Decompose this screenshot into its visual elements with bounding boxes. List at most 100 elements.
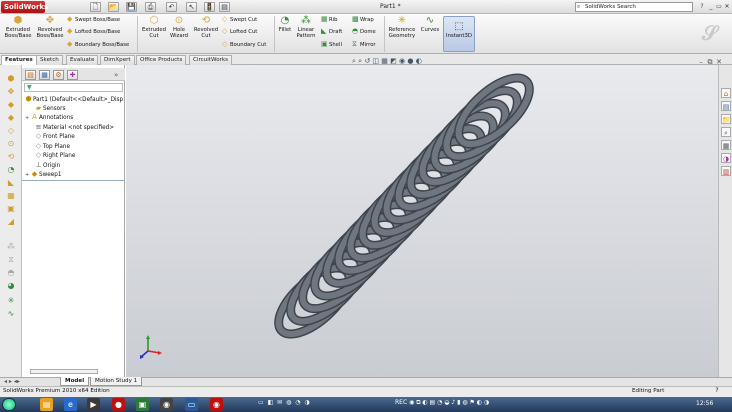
taskbar-clock[interactable]: 12:56 [696, 400, 713, 407]
system-tray[interactable]: REC ◉ ⧉ ◐ ▤ ◔ ◒ ♪ ▮ ◍ ⚑ ◐ ◑ [395, 399, 489, 407]
tab-evaluate[interactable]: Evaluate [66, 55, 99, 65]
design-library-icon[interactable]: ▤ [721, 101, 731, 111]
rebuild-icon[interactable]: 🚦 [204, 2, 215, 12]
linear-pattern-button[interactable]: ⁂ Linear Pattern [294, 15, 318, 39]
print-icon[interactable]: ⎙ [145, 2, 156, 12]
recorder-taskbar-icon[interactable]: ◉ [210, 398, 223, 411]
solidworks-logo[interactable]: SolidWorks [1, 1, 48, 13]
rib-button[interactable]: ▦Rib [321, 16, 338, 24]
revolved-boss-button[interactable]: ✥ Revolved Boss/Base [35, 15, 65, 39]
curves-button[interactable]: ∿ Curves [419, 15, 441, 33]
tab-motion-study[interactable]: Motion Study 1 [90, 377, 143, 386]
tab-dimxpert[interactable]: DimXpert [100, 55, 135, 65]
folder-taskbar-icon[interactable]: ▤ [40, 398, 53, 411]
file-explorer-icon[interactable]: 📁 [721, 114, 731, 124]
ie-taskbar-icon[interactable]: e [64, 398, 77, 411]
extruded-cut-button[interactable]: ⬡ Extruded Cut [141, 15, 167, 39]
tab-office-products[interactable]: Office Products [136, 55, 187, 65]
fillet-button[interactable]: ◔ Fillet [277, 15, 293, 33]
search-results-icon[interactable]: ⌕ [721, 127, 731, 137]
tree-horizontal-scrollbar[interactable] [30, 369, 98, 374]
view-palette-icon[interactable]: ▦ [721, 140, 731, 150]
new-document-icon[interactable]: 🗋 [90, 2, 101, 12]
mirror-tool-icon[interactable]: ⧖ [3, 255, 19, 265]
select-arrow-icon[interactable]: ↖ [186, 2, 197, 12]
configuration-tab-icon[interactable]: ⚙ [53, 70, 64, 80]
tree-item-material[interactable]: ≡ Material <not specified> [29, 123, 114, 132]
tree-item-top-plane[interactable]: ◇ Top Plane [29, 142, 70, 151]
feature-tree-tab-icon[interactable]: ▤ [25, 70, 36, 80]
tab-sketch[interactable]: Sketch [36, 55, 63, 65]
dome-tool-icon[interactable]: ◓ [3, 268, 19, 278]
zoom-area-icon[interactable]: ⌕ [358, 57, 362, 65]
wrap-tool-icon[interactable]: ◕ [3, 281, 19, 291]
view-orientation-icon[interactable]: ▦ [381, 57, 388, 65]
tree-item-origin[interactable]: ⊥Origin [29, 161, 60, 170]
sweep-tool-icon[interactable]: ◆ [3, 100, 19, 110]
hide-show-icon[interactable]: ◉ [399, 57, 405, 65]
hole-wizard-button[interactable]: ⊙ Hole Wizard [168, 15, 190, 39]
tree-item-right-plane[interactable]: ◇ Right Plane [29, 151, 76, 160]
hole-tool-icon[interactable]: ⊙ [3, 139, 19, 149]
dome-button[interactable]: ◓ Dome [352, 28, 376, 36]
options-icon[interactable]: ▤ [219, 2, 230, 12]
instant3d-button[interactable]: ⬚ Instant3D [443, 16, 475, 52]
boundary-boss-button[interactable]: ◆ Boundary Boss/Base [67, 41, 129, 49]
minimize-button[interactable]: _ [707, 1, 715, 12]
chevron-right-icon[interactable]: » [114, 71, 118, 79]
pattern-tool-icon[interactable]: ⁂ [3, 242, 19, 252]
swept-cut-button[interactable]: ◇ Swept Cut [222, 16, 257, 24]
spring-model[interactable] [126, 65, 718, 377]
apply-scene-icon[interactable]: ◐ [416, 57, 422, 65]
mirror-button[interactable]: ⧖ Mirror [352, 41, 376, 49]
curves-tool-icon[interactable]: ∿ [3, 309, 19, 319]
start-button-icon[interactable] [2, 398, 16, 411]
search-input[interactable]: SolidWorks Search [575, 2, 693, 12]
rec-indicator[interactable]: REC [395, 399, 407, 406]
swept-boss-button[interactable]: ◆ Swept Boss/Base [67, 16, 120, 24]
property-manager-tab-icon[interactable]: ▦ [39, 70, 50, 80]
save-icon[interactable]: 💾 [126, 2, 137, 12]
media-taskbar-icon[interactable]: ▶ [87, 398, 100, 411]
window-taskbar-icon[interactable]: ▭ [185, 398, 198, 411]
tree-item-sweep1[interactable]: + ◆ Sweep1 [25, 170, 62, 179]
rib-tool-icon[interactable]: ▦ [3, 191, 19, 201]
cut-tool-icon[interactable]: ◇ [3, 126, 19, 136]
extruded-boss-button[interactable]: ⬢ Extruded Boss/Base [4, 15, 32, 39]
solidworks-taskbar-icon[interactable]: ● [112, 398, 125, 411]
camera-taskbar-icon[interactable]: ◉ [160, 398, 173, 411]
close-button[interactable]: ✕ [723, 1, 731, 12]
app-taskbar-icon[interactable]: ▣ [136, 398, 149, 411]
tree-root-part[interactable]: ⬢Part1 (Default<<Default>_Disp [24, 95, 123, 104]
undo-icon[interactable]: ↶ [166, 2, 177, 12]
display-style-icon[interactable]: ◩ [390, 57, 397, 65]
revolve-cut-tool-icon[interactable]: ⟲ [3, 152, 19, 162]
shell-button[interactable]: ▣Shell [321, 41, 342, 49]
resources-icon[interactable]: ⌂ [721, 88, 731, 98]
tree-item-annotations[interactable]: + A Annotations [25, 113, 73, 122]
rollback-bar[interactable] [22, 180, 125, 181]
section-view-icon[interactable]: ◫ [372, 57, 379, 65]
draft-button[interactable]: ◣ Draft [321, 28, 342, 36]
revolved-cut-button[interactable]: ⟲ Revolved Cut [192, 15, 220, 39]
custom-properties-icon[interactable]: ▥ [721, 166, 731, 176]
tab-features[interactable]: Features [1, 55, 37, 65]
boundary-cut-button[interactable]: ◇ Boundary Cut [222, 41, 266, 49]
tree-filter-input[interactable]: ▼ [24, 83, 123, 92]
restore-button[interactable]: ▭ [715, 1, 723, 12]
tray-left-icons[interactable]: ▭ ◧ ✉ ◍ ◔ ◑ [258, 399, 311, 406]
open-folder-icon[interactable]: 📂 [108, 2, 119, 12]
display-manager-tab-icon[interactable]: ✚ [67, 70, 78, 80]
fillet-tool-icon[interactable]: ◔ [3, 165, 19, 175]
appearances-icon[interactable]: ◑ [721, 153, 731, 163]
zoom-to-fit-icon[interactable]: ⌕ [352, 57, 356, 65]
help-icon[interactable]: ? [697, 2, 707, 12]
previous-view-icon[interactable]: ↺ [364, 57, 370, 65]
tab-circuitworks[interactable]: CircuitWorks [189, 55, 233, 65]
tab-model[interactable]: Model [60, 377, 90, 386]
edit-appearance-icon[interactable]: ● [407, 57, 413, 65]
loft-tool-icon[interactable]: ◆ [3, 113, 19, 123]
tab-scroll-arrows[interactable]: ◂ ▸ ◂▸ [4, 378, 20, 385]
shell-tool-icon[interactable]: ▣ [3, 204, 19, 214]
tree-item-front-plane[interactable]: ◇ Front Plane [29, 132, 75, 141]
